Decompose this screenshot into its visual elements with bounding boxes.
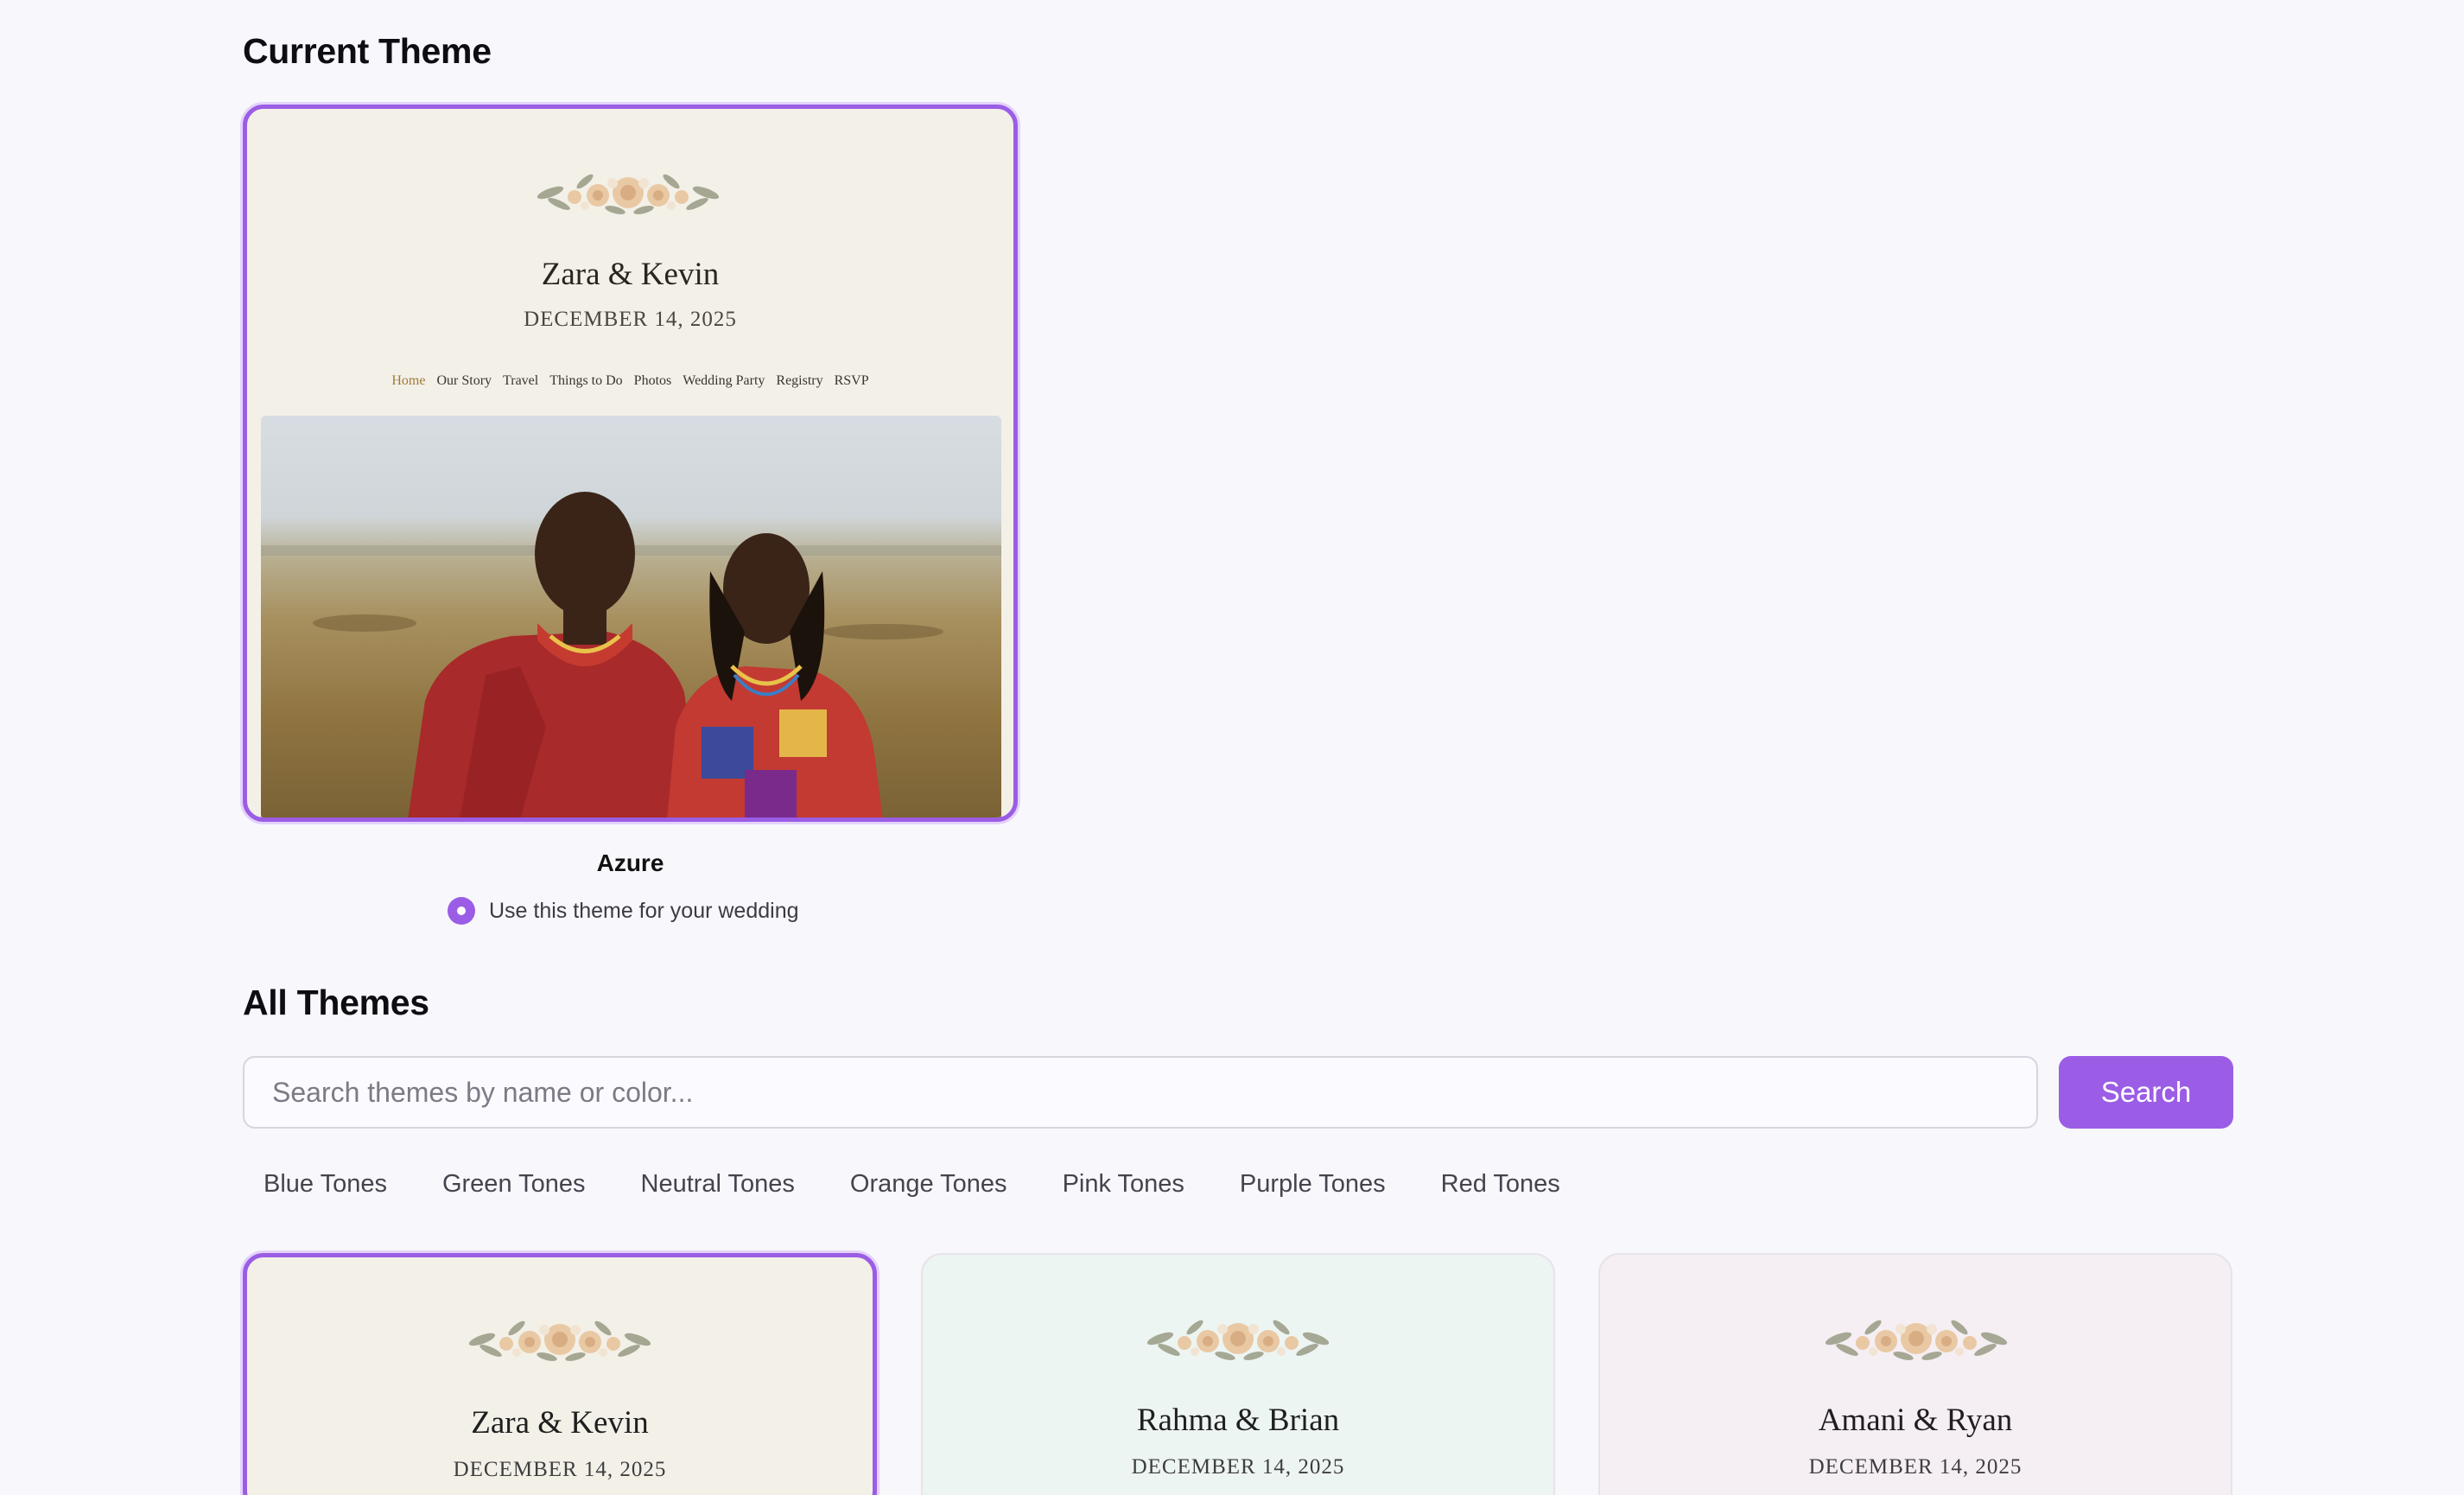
filter-green-tones[interactable]: Green Tones [422, 1165, 606, 1204]
theme-card-names: Amani & Ryan [1818, 1403, 2013, 1438]
couple-photo [261, 416, 1001, 817]
color-filter-bar: Blue Tones Green Tones Neutral Tones Ora… [243, 1165, 1595, 1204]
filter-pink-tones[interactable]: Pink Tones [1042, 1165, 1205, 1204]
theme-card-names: Zara & Kevin [471, 1405, 649, 1441]
preview-nav-registry: Registry [776, 373, 823, 388]
preview-nav-wedding-party: Wedding Party [683, 373, 765, 388]
preview-nav: Home Our Story Travel Things to Do Photo… [247, 373, 1013, 389]
radio-selected-icon[interactable] [448, 897, 475, 925]
preview-nav-home: Home [391, 373, 426, 388]
filter-red-tones[interactable]: Red Tones [1420, 1165, 1581, 1204]
all-themes-heading: All Themes [243, 983, 429, 1022]
current-theme-name: Azure [596, 849, 664, 876]
floral-ornament-icon [465, 1309, 655, 1370]
preview-nav-photos: Photos [633, 373, 672, 388]
use-theme-label: Use this theme for your wedding [489, 898, 799, 923]
preview-nav-our-story: Our Story [436, 373, 492, 388]
couple-photo-illustration [261, 492, 1001, 817]
theme-card-0[interactable]: Zara & Kevin DECEMBER 14, 2025 [243, 1253, 877, 1495]
theme-card-date: DECEMBER 14, 2025 [1131, 1455, 1345, 1479]
search-button[interactable]: Search [2059, 1056, 2233, 1129]
floral-ornament-icon [533, 162, 723, 223]
theme-card-2[interactable]: Amani & Ryan DECEMBER 14, 2025 [1598, 1253, 2232, 1495]
theme-card-date: DECEMBER 14, 2025 [453, 1458, 667, 1481]
preview-wedding-date: DECEMBER 14, 2025 [524, 308, 737, 331]
preview-nav-things-to-do: Things to Do [549, 373, 623, 388]
preview-nav-rsvp: RSVP [834, 373, 869, 388]
theme-search-input[interactable] [243, 1056, 2038, 1129]
preview-couple-names: Zara & Kevin [541, 257, 720, 292]
floral-ornament-icon [1821, 1308, 2011, 1369]
floral-ornament-icon [1143, 1308, 1333, 1369]
filter-orange-tones[interactable]: Orange Tones [829, 1165, 1028, 1204]
theme-card-1[interactable]: Rahma & Brian DECEMBER 14, 2025 [921, 1253, 1555, 1495]
theme-card-date: DECEMBER 14, 2025 [1808, 1455, 2023, 1479]
theme-card-names: Rahma & Brian [1136, 1403, 1340, 1438]
preview-nav-travel: Travel [503, 373, 539, 388]
filter-purple-tones[interactable]: Purple Tones [1219, 1165, 1407, 1204]
filter-blue-tones[interactable]: Blue Tones [243, 1165, 408, 1204]
current-theme-heading: Current Theme [243, 31, 492, 71]
use-theme-option[interactable]: Use this theme for your wedding [448, 897, 799, 925]
filter-neutral-tones[interactable]: Neutral Tones [620, 1165, 816, 1204]
current-theme-preview[interactable]: Zara & Kevin DECEMBER 14, 2025 Home Our … [243, 105, 1018, 822]
